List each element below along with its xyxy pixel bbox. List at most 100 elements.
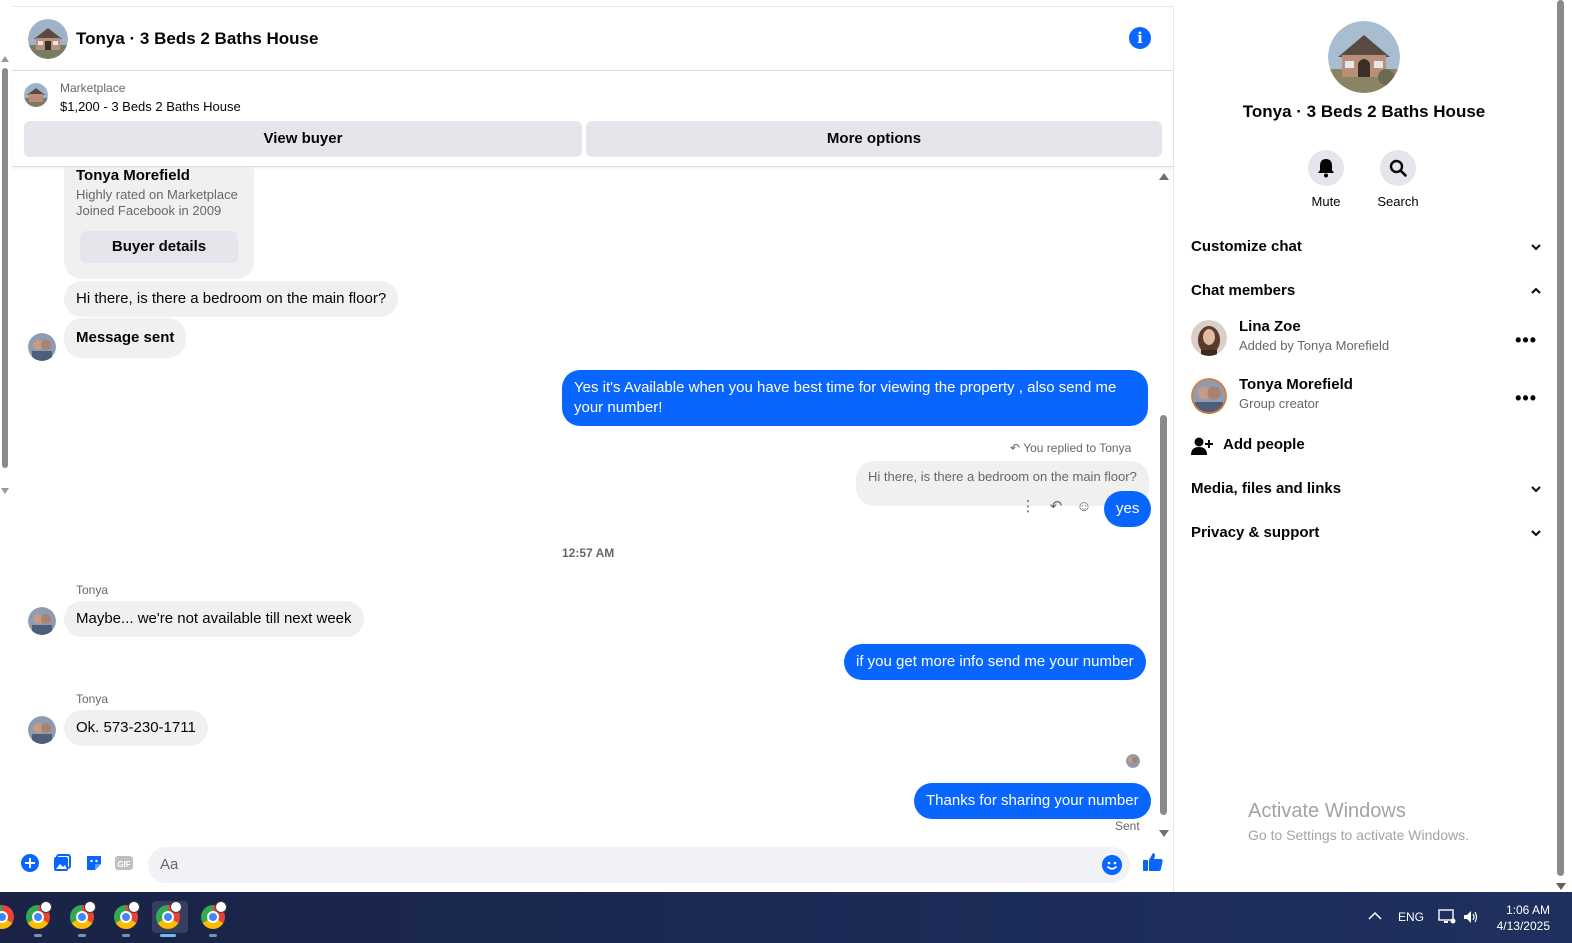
details-title: Tonya · 3 Beds 2 Baths House <box>1242 102 1486 121</box>
sender-name: Tonya <box>76 583 109 597</box>
reply-indicator: ↶ You replied to Tonya <box>1010 441 1131 455</box>
chevron-down-icon <box>1531 530 1541 537</box>
chrome-taskbar-icon[interactable] <box>110 901 142 937</box>
scroll-down-arrow[interactable] <box>1 488 9 494</box>
add-people-label: Add people <box>1223 436 1305 453</box>
chat-scrollbar[interactable] <box>1158 173 1170 837</box>
buyer-details-button[interactable]: Buyer details <box>80 231 238 263</box>
message-bubble-outgoing[interactable]: Yes it's Available when you have best ti… <box>562 370 1148 426</box>
chat-members-section[interactable]: Chat members <box>1191 282 1541 306</box>
chrome-taskbar-icon-active[interactable] <box>152 901 188 937</box>
message-bubble-outgoing[interactable]: Thanks for sharing your number <box>914 783 1151 819</box>
avatar[interactable] <box>28 333 56 361</box>
quoted-message[interactable]: Hi there, is there a bedroom on the main… <box>856 461 1149 506</box>
message-input-placeholder: Aa <box>160 856 179 873</box>
chat-details-panel: Tonya · 3 Beds 2 Baths House Mute Search… <box>1175 6 1553 892</box>
more-options-button[interactable]: More options <box>586 121 1162 157</box>
more-horizontal-icon[interactable]: ••• <box>1515 330 1537 351</box>
search-label: Search <box>1377 194 1419 209</box>
member-row[interactable]: Tonya Morefield Group creator ••• <box>1191 376 1541 420</box>
chat-title[interactable]: Tonya · 3 Beds 2 Baths House <box>76 29 318 49</box>
system-clock[interactable]: 1:06 AM 4/13/2025 <box>1497 902 1550 934</box>
emoji-icon[interactable] <box>1102 855 1122 875</box>
chevron-down-icon <box>1531 486 1541 493</box>
member-avatar[interactable] <box>1191 378 1227 414</box>
message-bubble-outgoing[interactable]: yes <box>1104 491 1152 527</box>
message-bubble-incoming[interactable]: Hi there, is there a bedroom on the main… <box>64 281 399 317</box>
info-icon[interactable]: i <box>1129 27 1151 49</box>
message-input[interactable]: Aa <box>148 847 1130 883</box>
more-horizontal-icon[interactable]: ••• <box>1515 388 1537 409</box>
scrollbar-thumb[interactable] <box>2 68 8 468</box>
privacy-support-section[interactable]: Privacy & support <box>1191 524 1541 548</box>
message-actions: ⋮ ↶ ☺ <box>1020 499 1092 515</box>
mute-button[interactable]: Mute <box>1296 150 1356 209</box>
reply-label: You replied to Tonya <box>1023 441 1132 455</box>
sticker-icon[interactable] <box>84 853 104 873</box>
watermark-subtitle: Go to Settings to activate Windows. <box>1248 827 1469 843</box>
react-emoji-icon[interactable]: ☺ <box>1076 499 1092 515</box>
chrome-taskbar-icon[interactable] <box>22 901 54 937</box>
listing-price-title[interactable]: $1,200 - 3 Beds 2 Baths House <box>60 99 241 114</box>
more-vertical-icon[interactable]: ⋮ <box>1020 499 1036 515</box>
delivery-status: Sent <box>1115 819 1140 833</box>
buyer-rating: Highly rated on Marketplace <box>76 187 238 202</box>
message-bubble-incoming[interactable]: Ok. 573-230-1711 <box>64 710 208 746</box>
view-buyer-button[interactable]: View buyer <box>24 121 582 157</box>
customize-chat-section[interactable]: Customize chat <box>1191 238 1541 262</box>
chevron-up-icon <box>1531 287 1541 294</box>
buyer-name: Tonya Morefield <box>76 167 190 184</box>
chrome-taskbar-icon[interactable] <box>66 901 98 937</box>
member-name: Tonya Morefield <box>1239 376 1353 393</box>
message-bubble-outgoing[interactable]: if you get more info send me your number <box>844 644 1146 680</box>
privacy-support-label: Privacy & support <box>1191 524 1320 541</box>
message-bubble-incoming[interactable]: Maybe... we're not available till next w… <box>64 601 364 637</box>
avatar[interactable] <box>28 607 56 635</box>
customize-chat-label: Customize chat <box>1191 238 1302 255</box>
chevron-up-icon[interactable] <box>1368 911 1382 921</box>
member-row[interactable]: Lina Zoe Added by Tonya Morefield ••• <box>1191 318 1541 362</box>
add-people-button[interactable]: Add people <box>1191 434 1541 458</box>
group-avatar[interactable] <box>1328 21 1400 93</box>
scroll-up-arrow[interactable] <box>1 56 9 62</box>
thumbs-up-icon[interactable] <box>1142 851 1164 873</box>
clock-time: 1:06 AM <box>1505 903 1550 917</box>
gif-icon[interactable]: GIF <box>114 853 134 873</box>
page-scrollbar-right[interactable] <box>1555 0 1567 892</box>
member-role: Group creator <box>1239 396 1320 411</box>
volume-icon[interactable] <box>1463 909 1479 925</box>
page-scrollbar[interactable] <box>0 56 10 494</box>
reply-icon[interactable]: ↶ <box>1048 499 1064 515</box>
language-indicator[interactable]: ENG <box>1398 892 1424 943</box>
bell-icon <box>1318 159 1334 178</box>
photo-icon[interactable] <box>52 853 72 873</box>
chrome-taskbar-icon[interactable] <box>0 901 18 933</box>
plus-icon[interactable] <box>20 853 40 873</box>
chat-avatar[interactable] <box>28 18 68 59</box>
scroll-down-arrow[interactable] <box>1159 830 1169 837</box>
member-avatar[interactable] <box>1191 320 1227 356</box>
scroll-down-arrow[interactable] <box>1556 883 1566 890</box>
media-files-links-section[interactable]: Media, files and links <box>1191 480 1541 504</box>
search-button[interactable]: Search <box>1368 150 1428 209</box>
message-bubble-incoming[interactable]: Message sent <box>64 318 187 358</box>
scrollbar-thumb[interactable] <box>1557 0 1564 876</box>
listing-thumbnail[interactable] <box>24 83 48 107</box>
seen-avatar <box>1126 754 1140 768</box>
network-icon[interactable] <box>1438 909 1456 925</box>
media-files-links-label: Media, files and links <box>1191 480 1342 497</box>
scroll-up-arrow[interactable] <box>1159 173 1169 180</box>
listing-source: Marketplace <box>60 81 126 95</box>
chevron-down-icon <box>1531 244 1541 251</box>
chrome-taskbar-icon[interactable] <box>197 901 229 937</box>
chat-members-label: Chat members <box>1191 282 1296 299</box>
scrollbar-thumb[interactable] <box>1160 415 1167 815</box>
avatar[interactable] <box>28 716 56 744</box>
buyer-info-card: Tonya Morefield Highly rated on Marketpl… <box>64 167 254 279</box>
search-icon <box>1389 159 1407 177</box>
message-composer: GIF Aa <box>12 841 1174 887</box>
reply-icon: ↶ <box>1010 441 1021 455</box>
windows-activation-watermark: Activate Windows Go to Settings to activ… <box>1248 800 1469 843</box>
marketplace-listing-banner: Marketplace $1,200 - 3 Beds 2 Baths Hous… <box>12 71 1173 167</box>
mute-label: Mute <box>1311 194 1341 209</box>
